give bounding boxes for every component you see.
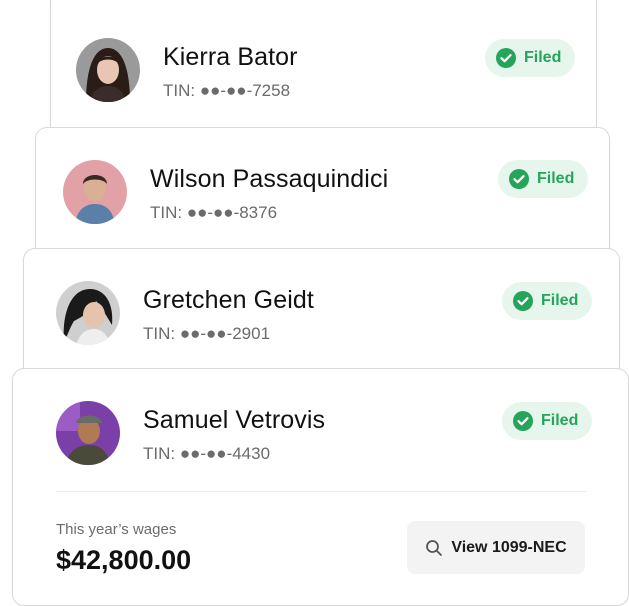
status-label: Filed (524, 49, 562, 66)
woman-dark-hair-avatar-icon (76, 38, 140, 102)
contractor-name: Wilson Passaquindici (150, 165, 389, 193)
status-badge: Filed (502, 402, 593, 440)
check-circle-icon (509, 169, 529, 189)
contractor-name: Kierra Bator (163, 43, 298, 71)
view-1099-nec-label: View 1099-NEC (451, 538, 567, 556)
contractor-tin: TIN: ●●-●●-7258 (163, 81, 291, 100)
contractor-card[interactable]: Kierra Bator TIN: ●●-●●-7258 Filed (50, 0, 597, 140)
status-label: Filed (541, 292, 579, 309)
avatar (56, 281, 120, 345)
wages-label: This year’s wages (56, 521, 177, 538)
contractor-tin: TIN: ●●-●●-2901 (143, 324, 271, 343)
status-badge: Filed (502, 282, 593, 320)
contractor-tin: TIN: ●●-●●-4430 (143, 444, 271, 463)
divider (56, 491, 586, 492)
contractor-name: Gretchen Geidt (143, 286, 314, 314)
check-circle-icon (496, 48, 516, 68)
status-label: Filed (541, 412, 579, 429)
check-circle-icon (513, 291, 533, 311)
avatar (63, 160, 127, 224)
woman-black-hair-avatar-icon (56, 281, 120, 345)
status-label: Filed (537, 170, 575, 187)
status-badge: Filed (498, 160, 589, 198)
contractor-card-stack: Kierra Bator TIN: ●●-●●-7258 Filed Wilso… (0, 0, 629, 606)
wages-value: $42,800.00 (56, 545, 192, 575)
view-1099-nec-button[interactable]: View 1099-NEC (407, 521, 585, 574)
contractor-name: Samuel Vetrovis (143, 406, 326, 434)
contractor-card-expanded[interactable]: Samuel Vetrovis TIN: ●●-●●-4430 Filed Th… (12, 368, 629, 606)
avatar (56, 401, 120, 465)
contractor-tin: TIN: ●●-●●-8376 (150, 203, 278, 222)
status-badge: Filed (485, 39, 576, 77)
avatar (76, 38, 140, 102)
man-cap-purple-background-avatar-icon (56, 401, 120, 465)
man-pink-background-avatar-icon (63, 160, 127, 224)
search-icon (426, 539, 443, 556)
check-circle-icon (513, 411, 533, 431)
